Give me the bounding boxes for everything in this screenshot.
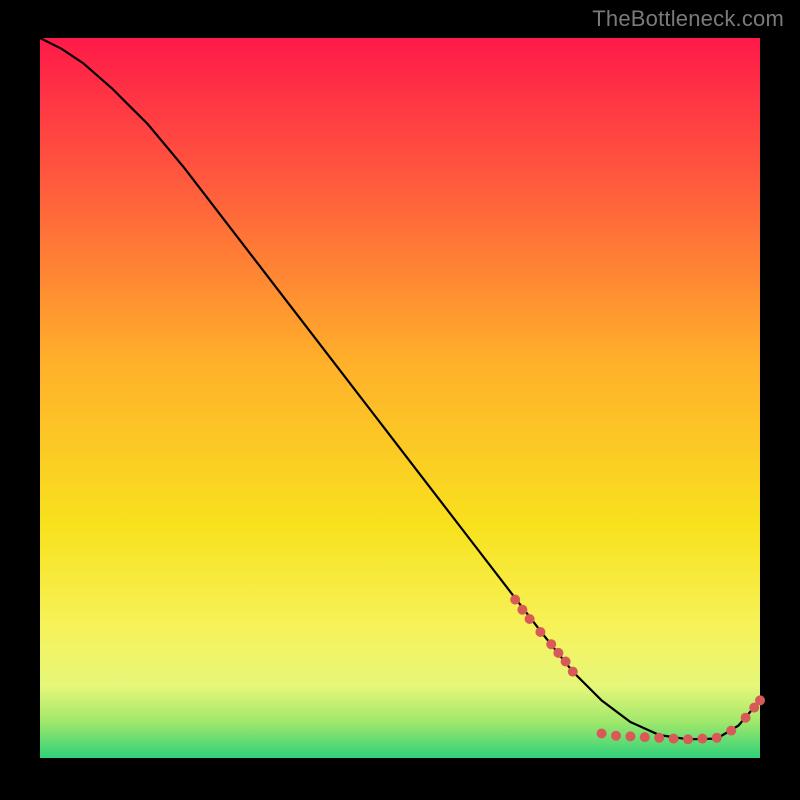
chart-marker bbox=[755, 695, 765, 705]
chart-marker bbox=[535, 627, 545, 637]
chart-marker bbox=[553, 648, 563, 658]
attribution-text: TheBottleneck.com bbox=[592, 6, 784, 32]
chart-marker bbox=[712, 733, 722, 743]
chart-marker bbox=[597, 729, 607, 739]
chart-marker bbox=[654, 733, 664, 743]
chart-marker bbox=[561, 657, 571, 667]
chart-marker bbox=[697, 734, 707, 744]
chart-plot-area bbox=[40, 38, 760, 758]
chart-marker bbox=[625, 731, 635, 741]
chart-marker bbox=[546, 639, 556, 649]
chart-marker bbox=[510, 595, 520, 605]
chart-marker bbox=[741, 713, 751, 723]
chart-marker bbox=[726, 726, 736, 736]
chart-marker bbox=[517, 605, 527, 615]
chart-marker bbox=[683, 734, 693, 744]
chart-marker bbox=[525, 614, 535, 624]
chart-marker bbox=[669, 734, 679, 744]
chart-marker bbox=[640, 732, 650, 742]
marker-cluster-bottom bbox=[597, 695, 765, 744]
chart-svg bbox=[40, 38, 760, 758]
chart-marker bbox=[611, 731, 621, 741]
chart-marker bbox=[568, 667, 578, 677]
curve-line bbox=[40, 38, 760, 739]
